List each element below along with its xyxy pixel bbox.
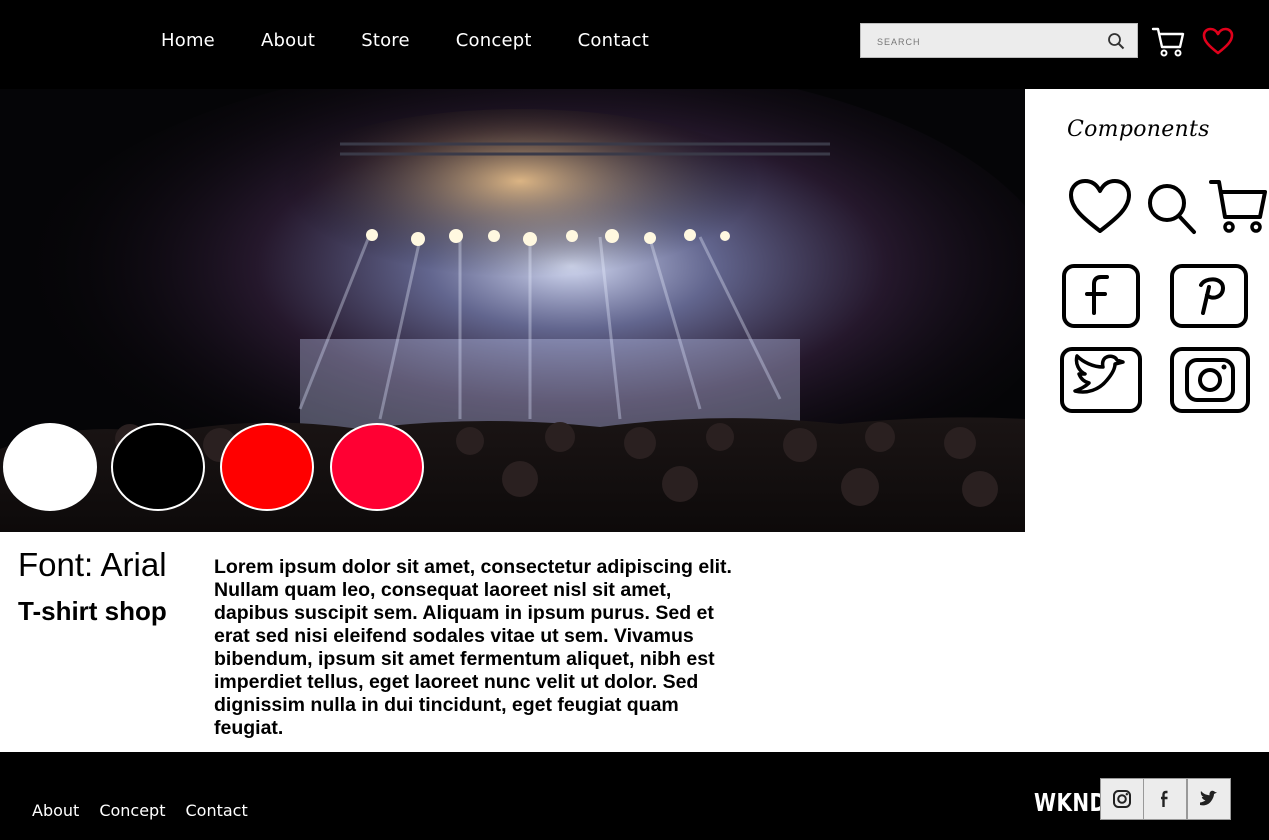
search-icon[interactable] xyxy=(1146,182,1198,236)
shop-title: T-shirt shop xyxy=(18,596,167,626)
pinterest-icon[interactable] xyxy=(1169,263,1249,329)
components-title: Components xyxy=(1067,117,1210,142)
components-panel: Components xyxy=(1025,89,1269,532)
footer-nav-contact[interactable]: Contact xyxy=(185,801,247,820)
color-swatch-white xyxy=(3,423,97,511)
facebook-icon xyxy=(1161,790,1168,807)
search-input[interactable] xyxy=(875,24,1099,59)
footer-instagram-button[interactable] xyxy=(1100,778,1144,820)
font-title: Font: Arial xyxy=(18,546,167,583)
cart-icon[interactable] xyxy=(1208,177,1268,235)
search-icon[interactable] xyxy=(1107,32,1125,50)
lorem-text: Lorem ipsum dolor sit amet, consectetur … xyxy=(214,556,732,739)
hero-concert-image xyxy=(0,89,1025,532)
nav-about[interactable]: About xyxy=(261,30,315,51)
instagram-icon xyxy=(1113,790,1131,808)
color-swatch-red xyxy=(220,423,314,511)
nav-concept[interactable]: Concept xyxy=(456,30,532,51)
instagram-icon[interactable] xyxy=(1169,346,1251,414)
twitter-icon xyxy=(1200,790,1217,806)
nav-store[interactable]: Store xyxy=(361,30,410,51)
color-swatch-black xyxy=(111,423,205,511)
footer-facebook-button[interactable] xyxy=(1143,778,1187,820)
color-swatch-crimson xyxy=(330,423,424,511)
footer-nav: About Concept Contact xyxy=(32,801,268,820)
nav-home[interactable]: Home xyxy=(161,30,215,51)
twitter-icon[interactable] xyxy=(1059,346,1143,414)
footer-nav-about[interactable]: About xyxy=(32,801,79,820)
facebook-icon[interactable] xyxy=(1061,263,1141,329)
cart-icon[interactable] xyxy=(1151,25,1185,57)
heart-icon[interactable] xyxy=(1201,26,1235,56)
footer-nav-concept[interactable]: Concept xyxy=(99,801,165,820)
footer-twitter-button[interactable] xyxy=(1187,778,1231,820)
heart-icon[interactable] xyxy=(1067,177,1133,235)
search-box xyxy=(860,23,1138,59)
brand-logo: WKND xyxy=(1034,788,1107,817)
nav-contact[interactable]: Contact xyxy=(578,30,649,51)
header: Home About Store Concept Contact xyxy=(0,0,1269,89)
footer: About Concept Contact WKND xyxy=(0,752,1269,840)
main-nav: Home About Store Concept Contact xyxy=(161,30,695,51)
